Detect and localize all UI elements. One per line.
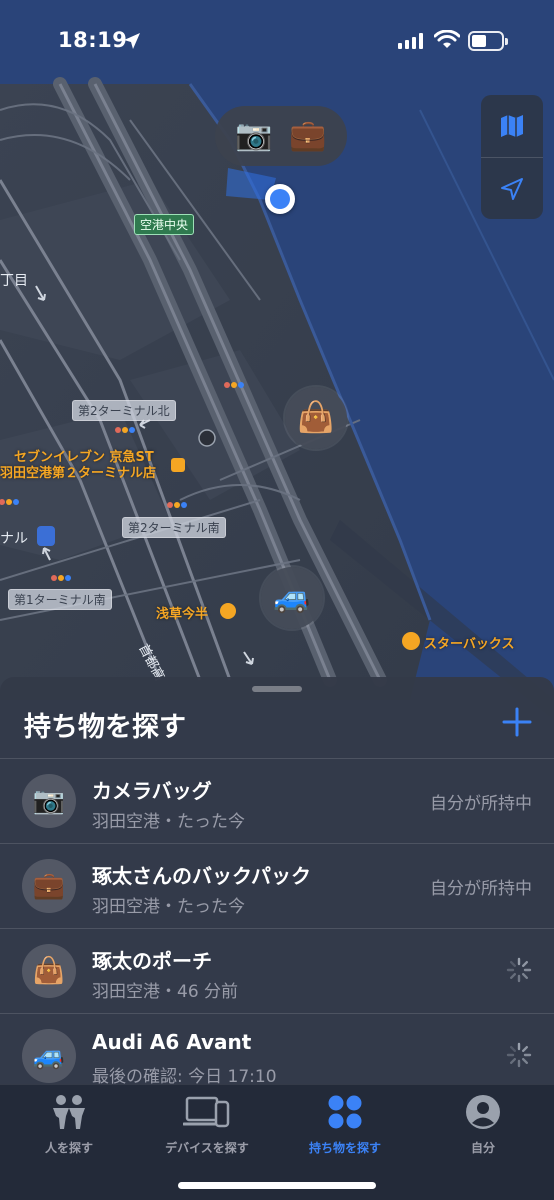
status-bar: 18:19 <box>0 0 554 84</box>
list-item[interactable]: 💼 琢太さんのバックパック 羽田空港・たった今 自分が所持中 <box>0 843 554 928</box>
tab-devices-label: デバイスを探す <box>165 1141 249 1155</box>
item-subtitle: 羽田空港・たった今 <box>92 897 245 917</box>
loading-spinner-icon <box>506 957 532 983</box>
map-label-asakusa[interactable]: 浅草今半 <box>156 603 208 622</box>
map-label-nal: ナル <box>0 531 28 547</box>
loading-spinner-icon <box>506 1042 532 1068</box>
map-label-starbucks[interactable]: スターバックス <box>424 633 514 652</box>
battery-icon <box>468 31 508 51</box>
tab-devices[interactable]: デバイスを探す <box>138 1093 276 1163</box>
map-label-seven-line1: セブンイレブン 京急ST <box>14 450 154 465</box>
map-mode-button[interactable] <box>481 95 543 157</box>
items-icon <box>328 1095 362 1129</box>
user-location-dot <box>265 184 295 214</box>
map-label-airport-central: 空港中央 <box>134 214 195 235</box>
car-icon: 🚙 <box>32 1041 66 1071</box>
wifi-icon <box>434 30 460 48</box>
map-icon <box>501 115 523 137</box>
item-subtitle: 羽田空港・たった今 <box>92 812 245 832</box>
map-label-chome: 丁目 <box>0 273 28 289</box>
tab-items-label: 持ち物を探す <box>308 1141 381 1155</box>
briefcase-icon: 💼 <box>32 871 66 901</box>
tab-items[interactable]: 持ち物を探す <box>276 1093 414 1163</box>
item-name: 琢太さんのバックパック <box>92 864 311 888</box>
location-arrow-icon <box>124 33 140 49</box>
map-label-t1-south: 第1ターミナル南 <box>8 589 112 610</box>
tab-me[interactable]: 自分 <box>414 1093 552 1163</box>
item-name: 琢太のポーチ <box>92 949 212 973</box>
sheet-title: 持ち物を探す <box>24 712 186 743</box>
item-subtitle: 羽田空港・46 分前 <box>92 982 239 1002</box>
item-avatar: 📷 <box>22 774 76 828</box>
home-indicator[interactable] <box>178 1182 376 1189</box>
handbag-icon: 👜 <box>297 400 335 435</box>
location-arrow-outline-icon <box>501 178 523 200</box>
item-avatar: 🚙 <box>22 1029 76 1083</box>
camera-icon: 📷 <box>32 786 66 816</box>
sheet-grabber[interactable] <box>252 686 302 692</box>
items-list: 📷 カメラバッグ 羽田空港・たった今 自分が所持中 💼 琢太さんのバックパック … <box>0 758 554 1098</box>
locate-me-button[interactable] <box>481 158 543 220</box>
map-label-t2-south: 第2ターミナル南 <box>122 517 226 538</box>
map-label-seven-eleven[interactable]: セブンイレブン 京急ST <box>14 450 154 466</box>
people-icon <box>53 1095 85 1129</box>
list-item[interactable]: 👜 琢太のポーチ 羽田空港・46 分前 <box>0 928 554 1013</box>
briefcase-icon: 💼 <box>289 118 327 153</box>
tab-people-label: 人を探す <box>44 1141 93 1155</box>
item-name: Audi A6 Avant <box>92 1030 252 1054</box>
devices-icon <box>183 1096 230 1128</box>
item-name: カメラバッグ <box>92 779 212 803</box>
handbag-pin[interactable]: 👜 <box>285 387 347 449</box>
cellular-signal-icon <box>398 33 423 49</box>
item-avatar: 👜 <box>22 944 76 998</box>
list-item[interactable]: 📷 カメラバッグ 羽田空港・たった今 自分が所持中 <box>0 758 554 843</box>
map-label-seven-eleven-2: 羽田空港第２ターミナル店 <box>0 466 157 481</box>
handbag-icon: 👜 <box>32 956 66 986</box>
item-status: 自分が所持中 <box>430 794 532 814</box>
items-sheet[interactable]: 持ち物を探す 📷 カメラバッグ 羽田空港・たった今 自分が所持中 💼 琢太さんの… <box>0 677 554 1087</box>
camera-icon: 📷 <box>235 118 273 153</box>
tab-people[interactable]: 人を探す <box>0 1093 138 1163</box>
add-item-button[interactable] <box>500 705 534 739</box>
car-pin[interactable]: 🚙 <box>261 567 323 629</box>
item-cluster-pin[interactable]: 📷 💼 <box>215 106 347 166</box>
tab-me-label: 自分 <box>470 1141 495 1155</box>
map-label-t2-north: 第2ターミナル北 <box>72 400 176 421</box>
item-avatar: 💼 <box>22 859 76 913</box>
map-controls <box>481 95 543 219</box>
car-icon: 🚙 <box>273 580 311 615</box>
item-status: 自分が所持中 <box>430 879 532 899</box>
status-time: 18:19 <box>58 28 128 52</box>
person-icon <box>466 1095 500 1129</box>
tab-bar: 人を探す デバイスを探す 持ち物を探す 自分 <box>0 1084 554 1200</box>
